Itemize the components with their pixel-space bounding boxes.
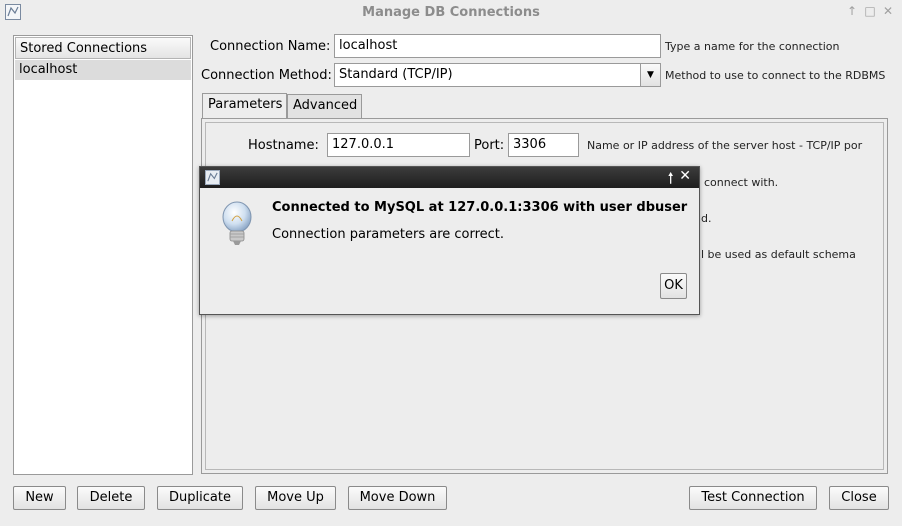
ok-button[interactable]: OK xyxy=(660,273,687,299)
hostname-label: Hostname: xyxy=(248,138,319,153)
connection-method-select[interactable]: Standard (TCP/IP) ▼ xyxy=(334,63,661,87)
hostname-input[interactable]: 127.0.0.1 xyxy=(327,133,470,157)
stored-connections-header: Stored Connections xyxy=(15,37,191,59)
move-up-button[interactable]: Move Up xyxy=(255,486,336,510)
username-hint: connect with. xyxy=(704,176,779,189)
dialog-controls: 🠑 ✕ xyxy=(668,168,691,192)
delete-button[interactable]: Delete xyxy=(77,486,145,510)
maximize-up-icon[interactable]: ↑ xyxy=(846,4,858,18)
connection-method-hint: Method to use to connect to the RDBMS xyxy=(665,69,886,82)
dialog-message-title: Connected to MySQL at 127.0.0.1:3306 wit… xyxy=(272,200,688,215)
connection-name-hint: Type a name for the connection xyxy=(665,40,840,53)
connection-name-label: Connection Name: xyxy=(210,39,331,54)
window-titlebar: Manage DB Connections ↑ □ ✕ xyxy=(0,0,902,26)
stored-connections-list[interactable]: Stored Connections localhost xyxy=(13,35,193,475)
test-connection-button[interactable]: Test Connection xyxy=(689,486,817,510)
dialog-titlebar: 🠑 ✕ xyxy=(200,167,699,188)
list-item[interactable]: localhost xyxy=(15,60,191,80)
app-icon xyxy=(205,170,220,185)
window-title: Manage DB Connections xyxy=(362,5,540,20)
close-window-icon[interactable]: ✕ xyxy=(882,4,894,18)
password-hint: d. xyxy=(701,212,712,225)
connection-method-value: Standard (TCP/IP) xyxy=(339,67,453,82)
connection-method-label: Connection Method: xyxy=(201,68,332,83)
maximize-up-icon[interactable]: 🠑 xyxy=(668,168,673,192)
default-schema-hint: l be used as default schema xyxy=(701,248,856,261)
move-down-button[interactable]: Move Down xyxy=(348,486,447,510)
chevron-down-icon[interactable]: ▼ xyxy=(640,64,660,86)
close-button[interactable]: Close xyxy=(829,486,889,510)
dialog-message-body: Connection parameters are correct. xyxy=(272,227,505,242)
tab-parameters[interactable]: Parameters xyxy=(202,93,287,118)
window-controls: ↑ □ ✕ xyxy=(846,4,894,18)
close-dialog-icon[interactable]: ✕ xyxy=(679,168,691,192)
hostname-hint: Name or IP address of the server host - … xyxy=(587,139,863,152)
new-button[interactable]: New xyxy=(13,486,66,510)
duplicate-button[interactable]: Duplicate xyxy=(157,486,243,510)
lightbulb-icon xyxy=(220,201,254,249)
port-input[interactable]: 3306 xyxy=(508,133,579,157)
tab-advanced[interactable]: Advanced xyxy=(287,94,362,118)
connection-result-dialog: 🠑 ✕ Connected to MySQL at 127.0.0.1:3306… xyxy=(199,166,700,315)
restore-icon[interactable]: □ xyxy=(864,4,876,18)
connection-name-input[interactable]: localhost xyxy=(334,34,661,58)
port-label: Port: xyxy=(474,138,505,153)
